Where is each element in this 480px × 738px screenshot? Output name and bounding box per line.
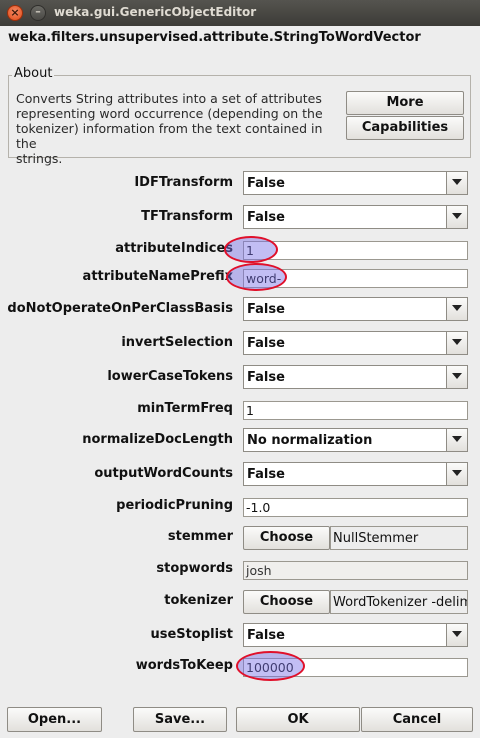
field-value: 1 bbox=[246, 403, 254, 418]
property-label: minTermFreq bbox=[137, 401, 233, 416]
about-line: strings. bbox=[16, 151, 63, 166]
about-legend: About bbox=[12, 66, 55, 81]
ok-button[interactable]: OK bbox=[236, 707, 360, 732]
more-button[interactable]: More bbox=[346, 91, 464, 115]
property-label: lowerCaseTokens bbox=[107, 369, 233, 384]
field-value: word- bbox=[246, 271, 282, 286]
save-button[interactable]: Save... bbox=[133, 707, 227, 732]
property-label: tokenizer bbox=[164, 593, 233, 608]
about-line: Converts String attributes into a set of… bbox=[16, 91, 322, 106]
property-label: normalizeDocLength bbox=[82, 432, 233, 447]
about-line: representing word occurrence (depending … bbox=[16, 106, 323, 121]
property-row-lowercasetokens: lowerCaseTokens False bbox=[0, 362, 480, 392]
filter-class-name: weka.filters.unsupervised.attribute.Stri… bbox=[8, 30, 421, 45]
dropdown-value: False bbox=[247, 302, 285, 317]
invertselection-dropdown[interactable]: False bbox=[243, 331, 468, 355]
about-line: tokenizer) information from the text con… bbox=[16, 121, 323, 151]
property-row-invertselection: invertSelection False bbox=[0, 328, 480, 358]
dropdown-arrow-icon[interactable] bbox=[446, 332, 467, 354]
property-label: doNotOperateOnPerClassBasis bbox=[7, 301, 233, 316]
window-titlebar: × – weka.gui.GenericObjectEditor bbox=[0, 0, 480, 26]
dropdown-value: False bbox=[247, 370, 285, 385]
tokenizer-value-text: WordTokenizer -delimiters " \r\n\t.,;:'"… bbox=[333, 595, 467, 610]
attributenameprefix-field[interactable]: word- bbox=[243, 269, 468, 288]
dropdown-value: False bbox=[247, 336, 285, 351]
property-label: useStoplist bbox=[150, 627, 234, 642]
property-label: wordsToKeep bbox=[135, 658, 233, 673]
dropdown-arrow-icon[interactable] bbox=[446, 429, 467, 451]
stemmer-value[interactable]: NullStemmer bbox=[330, 526, 468, 550]
idftransform-dropdown[interactable]: False bbox=[243, 171, 468, 195]
lowercasetokens-dropdown[interactable]: False bbox=[243, 365, 468, 389]
donotoperateonperclassbasis-dropdown[interactable]: False bbox=[243, 297, 468, 321]
stopwords-field[interactable]: josh bbox=[243, 561, 468, 580]
property-row-mintermfreq: minTermFreq 1 bbox=[0, 394, 480, 424]
stemmer-value-text: NullStemmer bbox=[333, 531, 419, 546]
dropdown-arrow-icon[interactable] bbox=[446, 172, 467, 194]
property-row-tokenizer: tokenizer Choose WordTokenizer -delimite… bbox=[0, 586, 480, 616]
field-value: 100000 bbox=[246, 660, 294, 675]
mintermfreq-field[interactable]: 1 bbox=[243, 401, 468, 420]
property-row-attributeindices: attributeIndices 1 bbox=[0, 234, 480, 264]
outputwordcounts-dropdown[interactable]: False bbox=[243, 462, 468, 486]
property-row-donotoperateonperclassbasis: doNotOperateOnPerClassBasis False bbox=[0, 294, 480, 324]
dropdown-value: False bbox=[247, 467, 285, 482]
field-value: -1.0 bbox=[246, 500, 271, 515]
minimize-window-button[interactable]: – bbox=[30, 5, 46, 21]
about-panel: About Converts String attributes into a … bbox=[8, 66, 471, 166]
property-label: TFTransform bbox=[141, 209, 233, 224]
property-row-stopwords: stopwords josh bbox=[0, 554, 480, 584]
dropdown-value: False bbox=[247, 628, 285, 643]
property-row-normalizedoclength: normalizeDocLength No normalization bbox=[0, 425, 480, 455]
about-description: Converts String attributes into a set of… bbox=[16, 91, 346, 166]
field-value: josh bbox=[246, 563, 272, 578]
attributeindices-field[interactable]: 1 bbox=[243, 241, 468, 260]
property-label: invertSelection bbox=[121, 335, 233, 350]
dropdown-arrow-icon[interactable] bbox=[446, 366, 467, 388]
dropdown-arrow-icon[interactable] bbox=[446, 298, 467, 320]
tftransform-dropdown[interactable]: False bbox=[243, 205, 468, 229]
property-row-attributenameprefix: attributeNamePrefix word- bbox=[0, 262, 480, 292]
dropdown-value: False bbox=[247, 210, 285, 225]
cancel-button[interactable]: Cancel bbox=[361, 707, 473, 732]
property-label: outputWordCounts bbox=[94, 466, 233, 481]
dropdown-arrow-icon[interactable] bbox=[446, 463, 467, 485]
stemmer-choose-button[interactable]: Choose bbox=[243, 526, 330, 550]
property-label: periodicPruning bbox=[116, 498, 233, 513]
property-label: attributeIndices bbox=[115, 241, 233, 256]
dropdown-arrow-icon[interactable] bbox=[446, 624, 467, 646]
window-title: weka.gui.GenericObjectEditor bbox=[54, 5, 257, 19]
tokenizer-choose-button[interactable]: Choose bbox=[243, 590, 330, 614]
close-window-button[interactable]: × bbox=[7, 5, 23, 21]
property-row-periodicpruning: periodicPruning -1.0 bbox=[0, 491, 480, 521]
dropdown-arrow-icon[interactable] bbox=[446, 206, 467, 228]
property-row-stemmer: stemmer Choose NullStemmer bbox=[0, 522, 480, 552]
tokenizer-value[interactable]: WordTokenizer -delimiters " \r\n\t.,;:'"… bbox=[330, 590, 468, 614]
dropdown-value: No normalization bbox=[247, 433, 373, 448]
minimize-icon: – bbox=[35, 5, 41, 18]
property-row-idftransform: IDFTransform False bbox=[0, 168, 480, 198]
property-label: stemmer bbox=[167, 529, 233, 544]
normalizedoclength-dropdown[interactable]: No normalization bbox=[243, 428, 468, 452]
property-row-usestoplist: useStoplist False bbox=[0, 620, 480, 650]
property-label: stopwords bbox=[156, 561, 233, 576]
close-icon: × bbox=[10, 6, 20, 19]
property-row-wordstokeep: wordsToKeep 100000 bbox=[0, 651, 480, 681]
property-row-tftransform: TFTransform False bbox=[0, 202, 480, 232]
field-value: 1 bbox=[246, 243, 254, 258]
capabilities-button[interactable]: Capabilities bbox=[346, 116, 464, 140]
property-label: IDFTransform bbox=[134, 175, 233, 190]
usestoplist-dropdown[interactable]: False bbox=[243, 623, 468, 647]
property-label: attributeNamePrefix bbox=[82, 269, 233, 284]
wordstokeep-field[interactable]: 100000 bbox=[243, 658, 468, 677]
open-button[interactable]: Open... bbox=[7, 707, 102, 732]
property-row-outputwordcounts: outputWordCounts False bbox=[0, 459, 480, 489]
periodicpruning-field[interactable]: -1.0 bbox=[243, 498, 468, 517]
dropdown-value: False bbox=[247, 176, 285, 191]
